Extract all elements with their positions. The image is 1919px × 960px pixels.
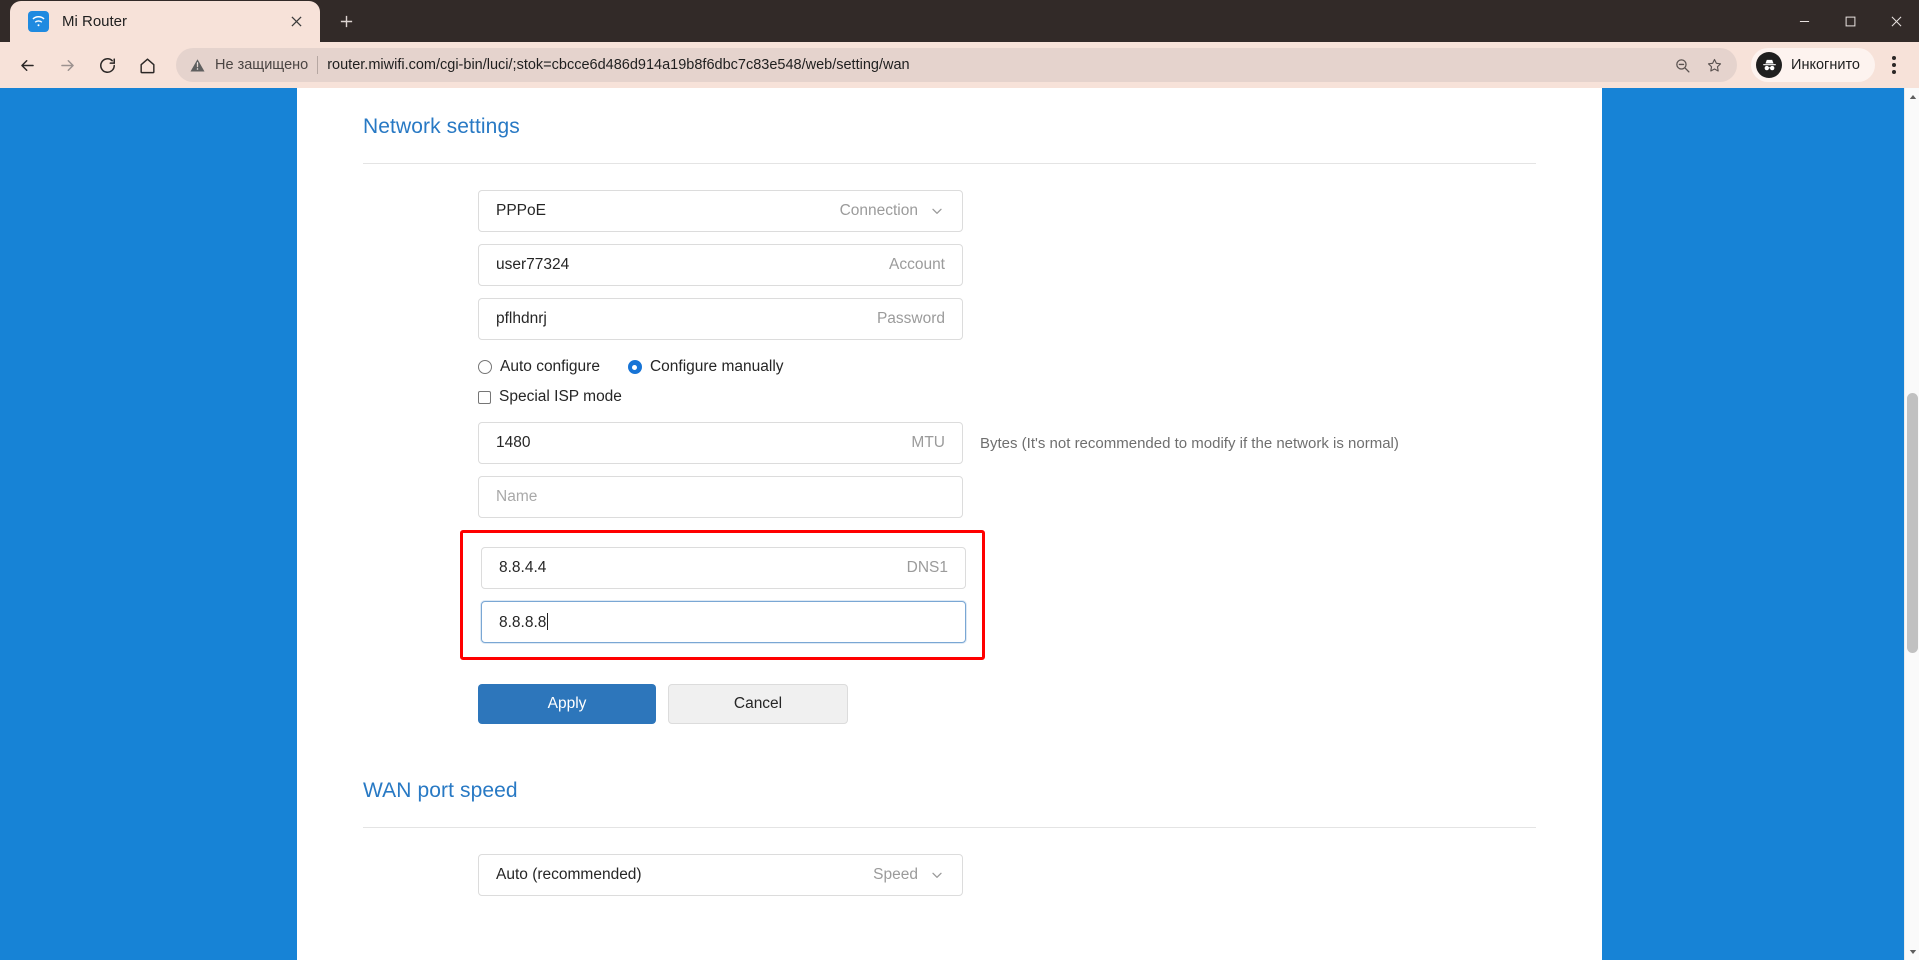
speed-label: Speed: [873, 866, 918, 883]
warning-triangle-icon: [190, 58, 206, 73]
profile-label: Инкогнито: [1791, 57, 1860, 73]
page-background-right: [1602, 88, 1919, 960]
chevron-down-icon: [929, 867, 945, 883]
mtu-input[interactable]: 1480 MTU: [478, 422, 963, 464]
connection-value: PPPoE: [496, 202, 546, 219]
config-mode-radio-group: Auto configure Configure manually: [478, 358, 1536, 376]
network-settings-form: PPPoE Connection user77324 Account pflhd…: [363, 164, 1536, 724]
new-tab-button[interactable]: [328, 3, 364, 39]
tab-strip: Mi Router: [0, 0, 364, 42]
name-row: Name: [478, 476, 1536, 518]
name-placeholder: Name: [496, 488, 538, 505]
maximize-icon[interactable]: [1827, 0, 1873, 42]
browser-titlebar: Mi Router: [0, 0, 1919, 42]
caret-down-icon[interactable]: [1905, 943, 1919, 960]
dns-highlight-group: 8.8.4.4 DNS1 8.8.8.8: [460, 530, 985, 660]
home-icon[interactable]: [128, 46, 166, 84]
wan-port-speed-title: WAN port speed: [363, 779, 518, 802]
connection-row: PPPoE Connection: [478, 190, 1536, 232]
mtu-label: MTU: [911, 434, 945, 451]
dns1-label: DNS1: [906, 559, 948, 576]
page-scrollbar[interactable]: [1904, 88, 1919, 960]
tab-title: Mi Router: [62, 13, 128, 30]
account-value: user77324: [496, 256, 570, 273]
connection-select[interactable]: PPPoE Connection: [478, 190, 963, 232]
account-row: user77324 Account: [478, 244, 1536, 286]
special-isp-row: Special ISP mode: [478, 388, 1536, 406]
speed-select[interactable]: Auto (recommended) Speed: [478, 854, 963, 896]
wan-port-speed-form: Auto (recommended) Speed: [363, 828, 1536, 896]
browser-tab[interactable]: Mi Router: [10, 1, 320, 42]
mtu-hint: Bytes (It's not recommended to modify if…: [980, 434, 1399, 452]
dns1-value: 8.8.4.4: [499, 559, 547, 576]
chevron-down-icon: [929, 203, 945, 219]
radio-configure-manually-indicator[interactable]: [627, 360, 642, 374]
dns1-input[interactable]: 8.8.4.4 DNS1: [481, 547, 966, 589]
wan-port-speed-section: WAN port speed Auto (recommended) Speed: [297, 752, 1602, 896]
network-settings-section: Network settings PPPoE Connection user77…: [297, 88, 1602, 724]
apply-button[interactable]: Apply: [478, 684, 656, 724]
radio-configure-manually[interactable]: Configure manually: [627, 358, 784, 376]
mtu-row: 1480 MTU Bytes (It's not recommended to …: [478, 422, 1536, 464]
scrollbar-thumb[interactable]: [1907, 393, 1918, 653]
name-input[interactable]: Name: [478, 476, 963, 518]
zoom-out-icon[interactable]: [1667, 50, 1697, 80]
arrow-left-icon[interactable]: [8, 46, 46, 84]
wifi-icon: [28, 11, 49, 32]
password-value: pflhdnrj: [496, 310, 547, 327]
form-actions: Apply Cancel: [478, 684, 1536, 724]
checkbox-special-isp-indicator[interactable]: [478, 390, 491, 404]
cancel-button[interactable]: Cancel: [668, 684, 848, 724]
password-row: pflhdnrj Password: [478, 298, 1536, 340]
browser-toolbar: Не защищено router.miwifi.com/cgi-bin/lu…: [0, 42, 1919, 88]
omnibox-actions: [1667, 50, 1729, 80]
caret-up-icon[interactable]: [1905, 88, 1919, 105]
star-icon[interactable]: [1699, 50, 1729, 80]
profile-chip[interactable]: Инкогнито: [1751, 48, 1875, 82]
reload-icon[interactable]: [88, 46, 126, 84]
window-controls: [1781, 0, 1919, 42]
radio-auto-configure[interactable]: Auto configure: [478, 358, 600, 376]
minimize-icon[interactable]: [1781, 0, 1827, 42]
checkbox-special-isp-mode[interactable]: Special ISP mode: [478, 388, 622, 406]
checkbox-special-isp-label: Special ISP mode: [499, 388, 622, 405]
dns2-input[interactable]: 8.8.8.8: [481, 601, 966, 643]
account-input[interactable]: user77324 Account: [478, 244, 963, 286]
account-label: Account: [888, 256, 945, 273]
url-text: router.miwifi.com/cgi-bin/luci/;stok=cbc…: [327, 57, 910, 73]
text-cursor: [547, 612, 549, 630]
radio-configure-manually-label: Configure manually: [649, 358, 784, 375]
address-bar[interactable]: Не защищено router.miwifi.com/cgi-bin/lu…: [176, 48, 1738, 82]
dns2-row: 8.8.8.8: [481, 601, 982, 643]
radio-auto-configure-indicator[interactable]: [478, 360, 492, 374]
omnibox-divider: [317, 56, 319, 74]
page-viewport: Network settings PPPoE Connection user77…: [0, 88, 1919, 960]
password-input[interactable]: pflhdnrj Password: [478, 298, 963, 340]
password-label: Password: [876, 310, 945, 327]
page-background-left: [0, 88, 297, 960]
security-status-label: Не защищено: [215, 57, 309, 73]
arrow-right-icon[interactable]: [48, 46, 86, 84]
router-settings-card: Network settings PPPoE Connection user77…: [297, 88, 1602, 960]
close-icon[interactable]: [284, 10, 308, 34]
close-icon[interactable]: [1873, 0, 1919, 42]
dns2-value: 8.8.8.8: [499, 613, 547, 631]
connection-label: Connection: [839, 202, 918, 219]
speed-value: Auto (recommended): [496, 866, 642, 883]
page-title: Network settings: [363, 115, 520, 138]
incognito-icon: [1756, 52, 1783, 78]
speed-row: Auto (recommended) Speed: [478, 854, 1536, 896]
dns1-row: 8.8.4.4 DNS1: [481, 547, 982, 589]
browser-window: Mi Router Не защищено router.miwifi.com/…: [0, 0, 1919, 960]
mtu-value: 1480: [496, 434, 531, 451]
three-dots-vertical-icon[interactable]: [1877, 48, 1911, 82]
radio-auto-configure-label: Auto configure: [500, 358, 600, 375]
